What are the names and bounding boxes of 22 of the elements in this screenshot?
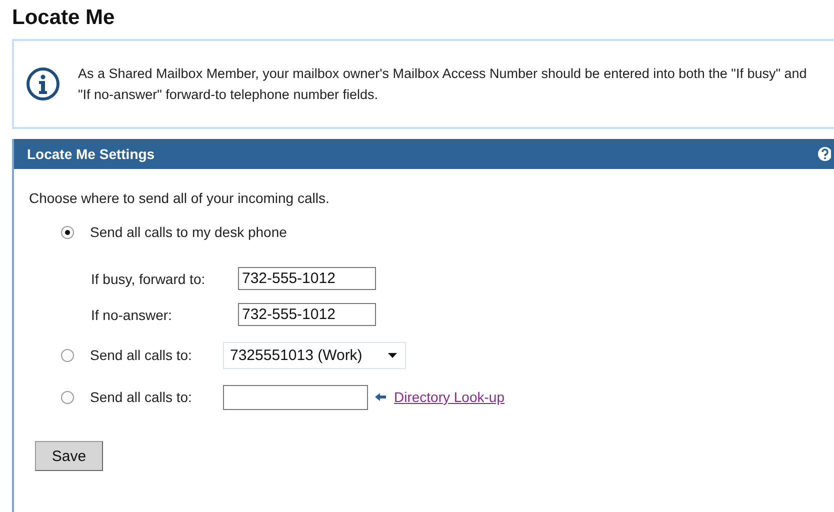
arrow-icon [375, 393, 386, 401]
option-label: Send all calls to: [90, 347, 193, 363]
radio-button[interactable] [61, 348, 74, 362]
number-dropdown[interactable]: 7325551013 (Work) [223, 342, 406, 368]
save-button[interactable]: Save [35, 441, 103, 471]
caret-icon [388, 352, 397, 358]
field-label: If no-answer: [91, 306, 173, 322]
help-icon[interactable] [817, 146, 831, 162]
radio-button[interactable] [61, 390, 74, 404]
option-label: Send all calls to my desk phone [90, 224, 287, 240]
directory-link[interactable]: Directory Look-up [394, 389, 504, 405]
option-label: Send all calls to: [90, 389, 193, 405]
intro-text: Choose where to send all of your incoming calls. [29, 190, 330, 206]
field-label: If busy, forward to: [91, 270, 206, 286]
number-field[interactable] [223, 384, 368, 410]
phone-field[interactable]: 732-555-1012 [238, 267, 376, 290]
page-title: Locate Me [11, 5, 116, 31]
radio-button[interactable] [61, 226, 74, 238]
info-text: As a Shared Mailbox Member, your mailbox owner's Mailbox Access Number should be entered into both the "If busy" and "If no-answer" forward-to telephone number fields. [78, 65, 808, 104]
phone-field[interactable]: 732-555-1012 [238, 303, 376, 326]
info-icon [26, 67, 60, 101]
panel-title: Locate Me Settings [27, 146, 155, 162]
